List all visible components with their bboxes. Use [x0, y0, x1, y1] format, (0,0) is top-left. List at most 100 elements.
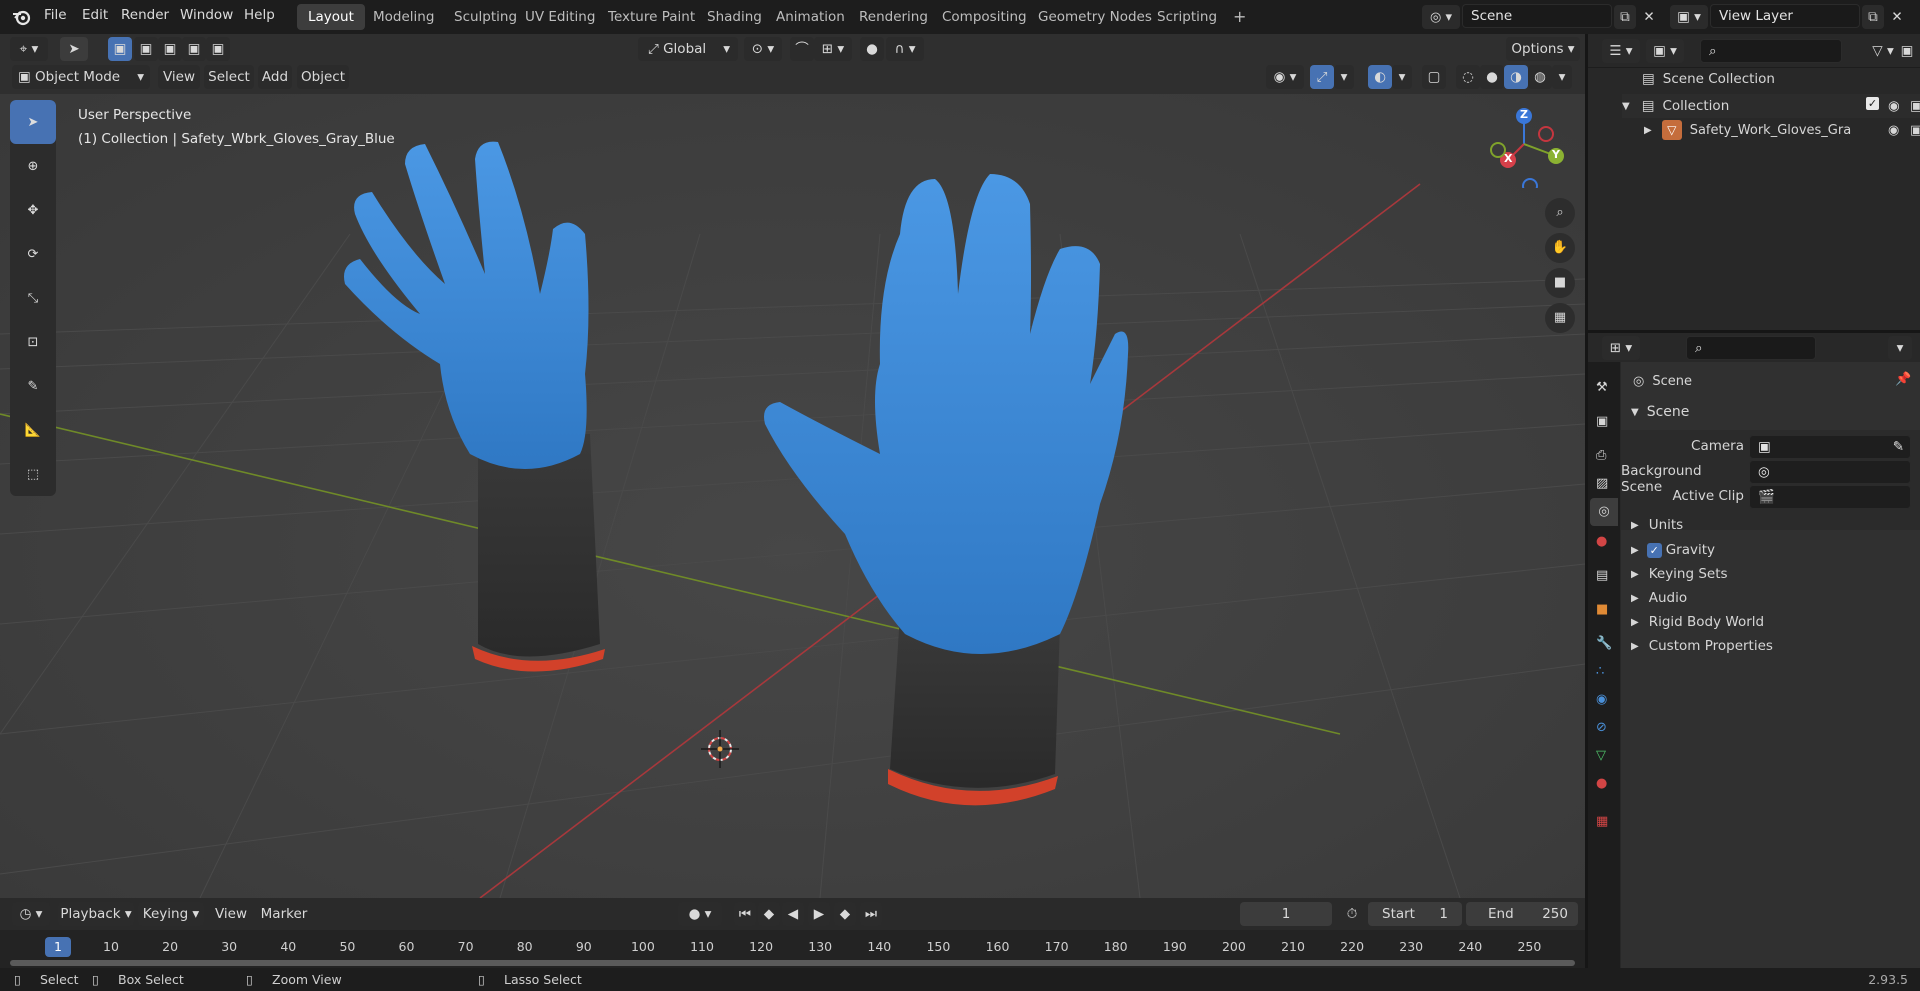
mode-dropdown[interactable]: ▣ Object Mode ▾	[12, 65, 150, 89]
tab-scripting[interactable]: Scripting	[1146, 4, 1228, 30]
add-cube-tool-icon[interactable]: ⬚	[10, 452, 56, 496]
duplicate-viewlayer-icon[interactable]: ⧉	[1862, 5, 1884, 29]
output-tab-icon[interactable]: ⎙	[1596, 448, 1606, 463]
jump-end-icon[interactable]: ⏭	[860, 902, 882, 926]
scale-tool-icon[interactable]: ⤡	[10, 276, 56, 320]
visibility-button[interactable]: ◉ ▾	[1266, 65, 1304, 89]
collection-tab-icon[interactable]: ▤	[1596, 568, 1608, 583]
checkbox-icon[interactable]: ✓	[1866, 97, 1879, 110]
cursor-tool-icon[interactable]: ⊕	[10, 144, 56, 188]
viewlayer-selector-button[interactable]: ▣ ▾	[1670, 5, 1708, 29]
tab-geometry-nodes[interactable]: Geometry Nodes	[1027, 4, 1163, 30]
new-collection-icon[interactable]: ▣	[1896, 39, 1918, 63]
select-intersect-icon[interactable]: ▣	[206, 37, 230, 61]
menu-edit[interactable]: Edit	[82, 7, 108, 23]
pan-hand-icon[interactable]: ✋	[1545, 233, 1575, 263]
world-tab-icon[interactable]: ●	[1596, 534, 1607, 549]
prev-keyframe-icon[interactable]: ◆	[758, 902, 780, 926]
menu-view[interactable]: View	[158, 65, 200, 89]
eye-icon[interactable]: ◉	[1888, 123, 1899, 138]
move-tool-icon[interactable]: ✥	[10, 188, 56, 232]
rigid-body-world-panel-header[interactable]: ▶ Rigid Body World	[1631, 614, 1764, 630]
transform-orientation-dropdown[interactable]: ⤢ Global ▾	[638, 37, 738, 61]
start-frame-field[interactable]: Start 1	[1368, 902, 1462, 926]
remove-scene-icon[interactable]: ✕	[1638, 5, 1660, 29]
chevron-down-icon[interactable]: ▾	[1392, 65, 1412, 89]
overlays-toggle-icon[interactable]: ◐	[1368, 65, 1392, 89]
measure-tool-icon[interactable]: 📐	[10, 408, 56, 452]
camera-icon[interactable]: ▣	[1910, 123, 1920, 138]
display-mode-button[interactable]: ▣ ▾	[1646, 39, 1684, 63]
select-mode-button[interactable]: ➤	[60, 37, 88, 61]
properties-editor-type-button[interactable]: ⊞ ▾	[1602, 336, 1640, 360]
jump-start-icon[interactable]: ⏮	[734, 902, 756, 926]
outliner-row-object[interactable]: ▶ ▽ Safety_Work_Gloves_Gra ◉ ▣	[1644, 118, 1920, 142]
ortho-grid-icon[interactable]: ▦	[1545, 303, 1575, 333]
units-panel-header[interactable]: ▶ Units	[1631, 517, 1683, 533]
snap-target-button[interactable]: ⊞ ▾	[814, 37, 852, 61]
transform-tool-icon[interactable]: ⊡	[10, 320, 56, 364]
annotate-tool-icon[interactable]: ✎	[10, 364, 56, 408]
playback-dropdown[interactable]: Playback ▾	[58, 902, 134, 926]
menu-add[interactable]: Add	[258, 65, 292, 89]
render-tab-icon[interactable]: ▣	[1596, 414, 1608, 429]
proportional-falloff-button[interactable]: ∩ ▾	[886, 37, 924, 61]
constraints-tab-icon[interactable]: ⊘	[1596, 720, 1607, 735]
rendered-shading-icon[interactable]: ◍	[1528, 65, 1552, 89]
tab-shading[interactable]: Shading	[696, 4, 773, 30]
snap-toggle-icon[interactable]: ⌒	[790, 37, 814, 61]
pin-icon[interactable]: 📌	[1895, 372, 1911, 387]
select-invert-icon[interactable]: ▣	[182, 37, 206, 61]
gizmo-toggle-icon[interactable]: ⤢	[1310, 65, 1334, 89]
xray-toggle-icon[interactable]: ▢	[1422, 65, 1446, 89]
particles-tab-icon[interactable]: ∴	[1596, 664, 1604, 679]
wireframe-shading-icon[interactable]: ◌	[1456, 65, 1480, 89]
end-frame-field[interactable]: End 250	[1466, 902, 1578, 926]
menu-select[interactable]: Select	[204, 65, 254, 89]
zoom-icon[interactable]: ⌕	[1545, 198, 1575, 228]
physics-tab-icon[interactable]: ◉	[1596, 692, 1607, 707]
scene-name-field[interactable]: Scene	[1462, 4, 1612, 28]
custom-properties-panel-header[interactable]: ▶ Custom Properties	[1631, 638, 1773, 654]
solid-shading-icon[interactable]: ●	[1480, 65, 1504, 89]
select-subtract-icon[interactable]: ▣	[158, 37, 182, 61]
play-icon[interactable]: ▶	[808, 902, 830, 926]
timeline-editor-type-button[interactable]: ◷ ▾	[12, 902, 50, 926]
camera-icon[interactable]: ▣	[1910, 98, 1920, 114]
select-extend-icon[interactable]: ▣	[134, 37, 158, 61]
duplicate-scene-icon[interactable]: ⧉	[1614, 5, 1636, 29]
active-clip-field[interactable]: 🎬	[1749, 485, 1911, 509]
remove-viewlayer-icon[interactable]: ✕	[1886, 5, 1908, 29]
outliner-editor-type-button[interactable]: ☰ ▾	[1602, 39, 1640, 63]
3d-viewport[interactable]: User Perspective (1) Collection | Safety…	[0, 34, 1585, 898]
rotate-tool-icon[interactable]: ⟳	[10, 232, 56, 276]
modifier-tab-icon[interactable]: 🔧	[1596, 636, 1612, 651]
stopwatch-icon[interactable]: ⏱	[1340, 902, 1364, 926]
next-keyframe-icon[interactable]: ◆	[834, 902, 856, 926]
scene-tab-icon[interactable]: ◎	[1590, 498, 1618, 526]
keying-dropdown[interactable]: Keying ▾	[138, 902, 204, 926]
camera-field[interactable]: ▣ ✎	[1749, 435, 1911, 459]
scene-selector-button[interactable]: ◎ ▾	[1422, 5, 1460, 29]
menu-window[interactable]: Window	[180, 7, 233, 23]
select-new-icon[interactable]: ▣	[108, 37, 132, 61]
navigation-gizmo[interactable]: Z X Y	[1484, 104, 1564, 194]
timeline-scrollbar[interactable]	[10, 960, 1575, 966]
current-frame-field[interactable]: 1	[1240, 902, 1332, 926]
viewlayer-name-field[interactable]: View Layer	[1710, 4, 1860, 28]
properties-search-input[interactable]: ⌕	[1686, 336, 1816, 360]
select-box-tool-icon[interactable]: ➤	[10, 100, 56, 144]
texture-tab-icon[interactable]: ▦	[1596, 814, 1608, 829]
camera-view-icon[interactable]: ■	[1545, 268, 1575, 298]
object-data-tab-icon[interactable]: ▽	[1596, 748, 1606, 763]
tab-rendering[interactable]: Rendering	[848, 4, 939, 30]
proportional-edit-icon[interactable]: ●	[860, 37, 884, 61]
timeline-ruler[interactable]: 1 10 20 30 40 50 60 70 80 90 100 110 120 130 140 150 160…	[0, 930, 1585, 968]
audio-panel-header[interactable]: ▶ Audio	[1631, 590, 1687, 606]
keying-sets-panel-header[interactable]: ▶ Keying Sets	[1631, 566, 1728, 582]
tab-animation[interactable]: Animation	[765, 4, 856, 30]
timeline-menu-marker[interactable]: Marker	[258, 902, 310, 926]
gravity-checkbox[interactable]: ✓	[1646, 542, 1662, 558]
view-layer-tab-icon[interactable]: ▨	[1596, 476, 1608, 491]
outliner-search-input[interactable]: ⌕	[1700, 39, 1842, 63]
